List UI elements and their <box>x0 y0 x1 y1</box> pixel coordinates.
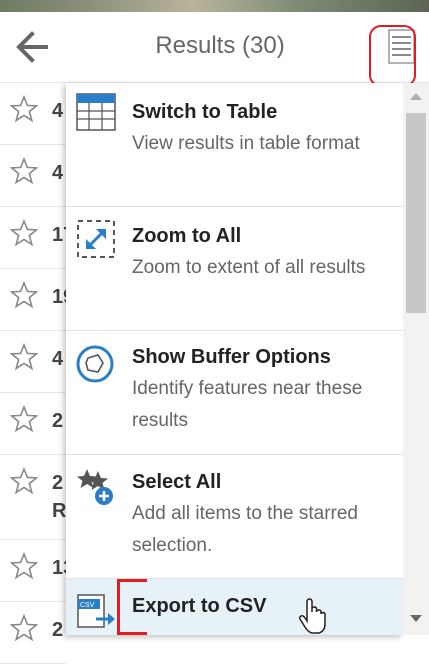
list-item[interactable]: 4 <box>0 83 66 145</box>
list-item-text: 13 <box>52 557 66 579</box>
menu-scrollbar[interactable] <box>403 83 429 635</box>
menu-item-title: Show Buffer Options <box>132 346 331 368</box>
star-icon[interactable] <box>10 157 38 185</box>
zoom-extent-icon <box>77 220 115 258</box>
star-icon[interactable] <box>10 405 38 433</box>
list-item[interactable]: 2 R <box>0 455 66 540</box>
list-item-text: 2 <box>52 410 64 432</box>
scroll-down-arrow-icon[interactable] <box>410 615 422 622</box>
menu-item-description: Zoom to extent of all results <box>132 257 366 278</box>
menu-item-select-all[interactable]: Select All Add all items to the starred … <box>66 455 403 579</box>
list-item[interactable]: 13 <box>0 540 66 602</box>
menu-item-description: Identify features near these results <box>132 378 363 431</box>
select-all-icon <box>77 469 113 505</box>
list-item[interactable]: 2 <box>0 602 66 664</box>
list-item-text: 2 R <box>52 472 66 522</box>
buffer-icon <box>76 345 114 383</box>
menu-item-title: Switch to Table <box>132 101 278 123</box>
results-header: Results (30) <box>0 12 429 87</box>
list-item[interactable]: 4 <box>0 331 66 393</box>
table-icon <box>76 93 116 131</box>
hand-cursor-icon <box>298 598 326 634</box>
list-item-text: 4 <box>52 100 64 122</box>
menu-item-title: Zoom to All <box>132 225 242 247</box>
list-item[interactable]: 2 <box>0 393 66 455</box>
annotation-circle <box>369 25 416 87</box>
csv-export-icon: CSV <box>77 594 115 628</box>
list-item[interactable]: 4 <box>0 145 66 207</box>
menu-item-zoom-to-all[interactable]: Zoom to All Zoom to extent of all result… <box>66 207 403 331</box>
annotation-bracket <box>117 579 147 635</box>
list-item-text: 4 <box>52 162 64 184</box>
menu-item-switch-to-table[interactable]: Switch to Table View results in table fo… <box>66 83 403 207</box>
menu-item-title: Select All <box>132 471 222 493</box>
menu-item-description: Add all items to the starred selection. <box>132 503 358 556</box>
map-photo-strip <box>0 0 429 12</box>
list-item-text: 17 <box>52 224 66 246</box>
scroll-up-arrow-icon[interactable] <box>410 93 422 100</box>
menu-item-description: View results in table format <box>132 133 360 154</box>
menu-item-show-buffer-options[interactable]: Show Buffer Options Identify features ne… <box>66 331 403 455</box>
scrollbar-thumb[interactable] <box>406 113 426 313</box>
back-button[interactable] <box>14 30 54 64</box>
star-icon[interactable] <box>10 552 38 580</box>
list-item-text: 4 <box>52 348 64 370</box>
list-item[interactable]: 19 <box>0 269 66 331</box>
page-title: Results (30) <box>155 32 285 59</box>
list-item-text: 2 <box>52 619 64 641</box>
results-list: 4 4 17 19 4 2 2 R 13 2 <box>0 83 66 664</box>
options-dropdown-menu: Switch to Table View results in table fo… <box>66 83 403 635</box>
star-icon[interactable] <box>10 467 38 495</box>
menu-item-title: Export to CSV <box>132 595 267 617</box>
star-icon[interactable] <box>10 281 38 309</box>
arrow-left-icon <box>16 31 48 63</box>
star-icon[interactable] <box>10 343 38 371</box>
svg-text:CSV: CSV <box>80 602 95 609</box>
star-icon[interactable] <box>10 614 38 642</box>
star-icon[interactable] <box>10 219 38 247</box>
list-item-text: 19 <box>52 286 66 308</box>
list-item[interactable]: 17 <box>0 207 66 269</box>
star-icon[interactable] <box>10 95 38 123</box>
